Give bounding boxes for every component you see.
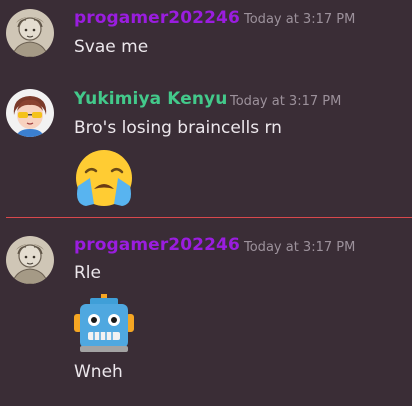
username[interactable]: progamer202246	[74, 235, 240, 255]
sketch-avatar-icon	[6, 236, 54, 284]
robot-face-icon	[74, 294, 134, 352]
avatar[interactable]	[6, 9, 54, 57]
message-text: Svae me	[74, 37, 149, 57]
avatar[interactable]	[6, 89, 54, 137]
sketch-avatar-icon	[6, 9, 54, 57]
message-text: Bro's losing braincells rn	[74, 118, 282, 138]
new-messages-divider	[6, 217, 412, 218]
loudly-crying-face-icon	[76, 150, 132, 206]
username[interactable]: Yukimiya Kenyu	[74, 89, 227, 109]
anime-boy-avatar-icon	[6, 89, 54, 137]
message-text: Wneh	[74, 362, 123, 382]
timestamp: Today at 3:17 PM	[230, 94, 342, 109]
timestamp: Today at 3:17 PM	[244, 12, 356, 27]
avatar[interactable]	[6, 236, 54, 284]
message-text: Rle	[74, 263, 101, 283]
username[interactable]: progamer202246	[74, 8, 240, 28]
timestamp: Today at 3:17 PM	[244, 240, 356, 255]
